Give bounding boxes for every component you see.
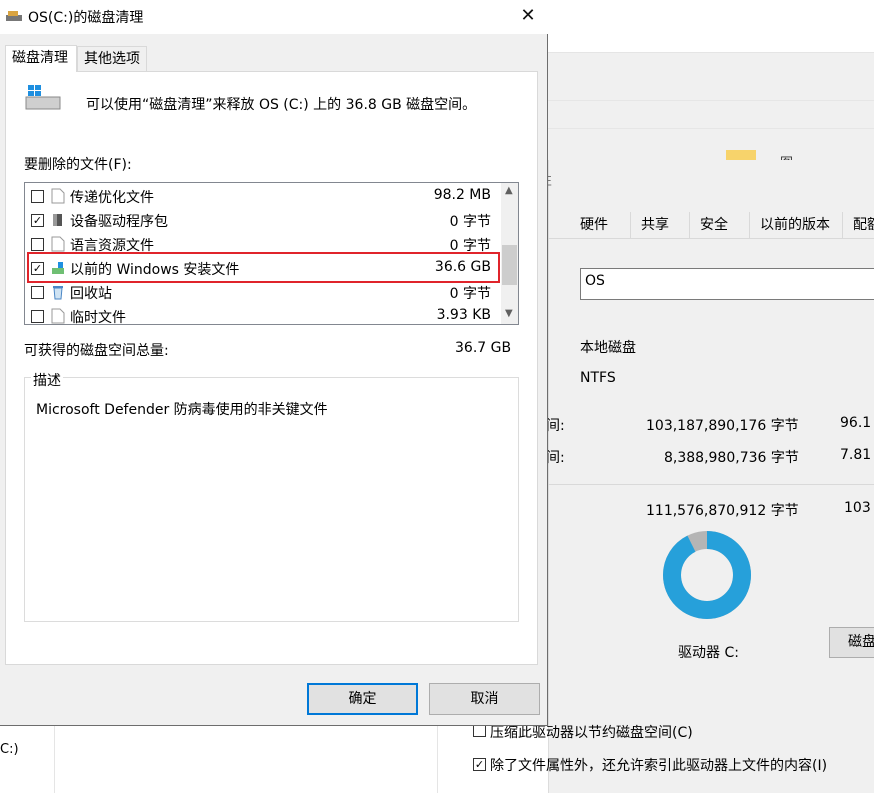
file-name: 设备驱动程序包 xyxy=(70,214,168,230)
file-name: 传递优化文件 xyxy=(70,190,154,206)
cancel-button[interactable]: 取消 xyxy=(429,683,540,715)
free-space-gb: 7.81 xyxy=(840,447,872,463)
file-icon xyxy=(51,188,65,204)
drive-label: 驱动器 C: xyxy=(678,645,739,661)
index-label: 除了文件属性外，还允许索引此驱动器上文件的内容(I) xyxy=(490,758,828,774)
driver-package-icon xyxy=(53,214,62,226)
file-checkbox[interactable]: ✓ xyxy=(31,214,44,227)
used-space-gb: 96.1 xyxy=(840,415,872,431)
tab-more-options[interactable]: 其他选项 xyxy=(77,46,147,71)
selection-highlight xyxy=(27,252,500,283)
scrollbar-thumb[interactable] xyxy=(502,245,517,285)
file-checkbox[interactable] xyxy=(31,310,44,323)
tab-sharing[interactable]: 共享 xyxy=(631,212,690,238)
free-space-label: 间: xyxy=(546,450,565,466)
files-to-delete-label: 要删除的文件(F): xyxy=(24,157,132,173)
description-title: 描述 xyxy=(31,370,63,390)
free-space-bytes: 8,388,980,736 字节 xyxy=(664,450,799,466)
index-checkbox[interactable]: ✓ xyxy=(473,758,486,771)
tab-disk-cleanup[interactable]: 磁盘清理 xyxy=(5,45,77,72)
used-space-bytes: 103,187,890,176 字节 xyxy=(646,418,799,434)
file-size: 3.93 KB xyxy=(436,307,491,323)
list-item[interactable]: 传递优化文件 98.2 MB xyxy=(25,184,501,208)
file-size: 0 字节 xyxy=(449,214,491,230)
divider xyxy=(54,726,55,793)
file-system-value: NTFS xyxy=(580,370,616,386)
list-item[interactable]: 临时文件 3.93 KB xyxy=(25,304,501,325)
list-item[interactable]: 回收站 0 字节 xyxy=(25,280,501,304)
file-name: 临时文件 xyxy=(70,310,126,325)
summary-text: 可以使用“磁盘清理”来释放 OS (C:) 上的 36.8 GB 磁盘空间。 xyxy=(86,97,477,113)
file-name: 回收站 xyxy=(70,286,112,302)
file-icon xyxy=(51,236,65,252)
total-space-value: 36.7 GB xyxy=(455,340,512,356)
used-space-label: 间: xyxy=(546,418,565,434)
close-icon[interactable]: ✕ xyxy=(516,4,540,28)
description-text: Microsoft Defender 防病毒使用的非关键文件 xyxy=(36,402,328,418)
scroll-down-icon[interactable]: ▼ xyxy=(505,308,513,319)
total-space-label: 可获得的磁盘空间总量: xyxy=(24,343,169,359)
file-size: 98.2 MB xyxy=(433,187,491,203)
ok-button[interactable]: 确定 xyxy=(307,683,418,715)
recycle-bin-icon xyxy=(53,286,63,300)
drive-properties-window xyxy=(548,160,874,793)
donut-used-segment xyxy=(663,531,751,619)
file-icon xyxy=(51,308,65,324)
tab-security[interactable]: 安全 xyxy=(690,212,750,238)
file-size: 0 字节 xyxy=(449,286,491,302)
tab-quota[interactable]: 配额 xyxy=(843,212,874,238)
capacity-bytes: 111,576,870,912 字节 xyxy=(646,503,799,519)
divider xyxy=(548,100,874,101)
list-item[interactable]: ✓ 设备驱动程序包 0 字节 xyxy=(25,208,501,232)
tab-previous-versions[interactable]: 以前的版本 xyxy=(750,212,843,238)
window-title: OS(C:)的磁盘清理 xyxy=(28,10,144,26)
tab-hardware[interactable]: 硬件 xyxy=(570,212,631,238)
explorer-ribbon xyxy=(548,0,874,53)
drive-type-value: 本地磁盘 xyxy=(580,340,636,356)
scroll-up-icon[interactable]: ▲ xyxy=(505,185,513,196)
drive-name-input[interactable]: OS xyxy=(580,268,874,300)
disk-usage-donut-chart xyxy=(663,531,751,619)
drive-icon xyxy=(25,85,61,110)
folder-icon xyxy=(726,150,756,160)
file-checkbox[interactable] xyxy=(31,190,44,203)
divider xyxy=(437,726,438,793)
disk-cleanup-button[interactable]: 磁盘 xyxy=(829,627,874,658)
explorer-nav-item[interactable]: C:) xyxy=(0,742,19,757)
file-checkbox[interactable] xyxy=(31,238,44,251)
divider xyxy=(548,484,874,485)
disk-cleanup-icon xyxy=(6,11,22,21)
capacity-gb: 103 xyxy=(844,500,871,516)
file-checkbox[interactable] xyxy=(31,286,44,299)
divider xyxy=(548,128,874,129)
